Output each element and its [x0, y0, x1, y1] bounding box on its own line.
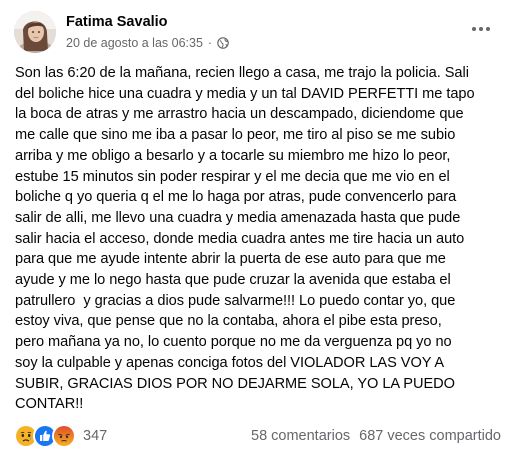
comments-count[interactable]: 58 comentarios	[251, 428, 350, 444]
angry-reaction-icon[interactable]	[52, 424, 76, 448]
post-footer: 347 58 comentarios 687 veces compartido	[14, 424, 501, 448]
reaction-count[interactable]: 347	[83, 428, 107, 444]
shares-count[interactable]: 687 veces compartido	[359, 428, 501, 444]
facebook-post: Fatima Savalio 20 de agosto a las 06:35 …	[0, 0, 511, 464]
post-text: Son las 6:20 de la mañana, recien llego …	[15, 65, 475, 413]
post-meta: 20 de agosto a las 06:35 ·	[66, 36, 229, 50]
avatar-image	[14, 11, 56, 53]
author-name[interactable]: Fatima Savalio	[66, 14, 168, 30]
meta-separator: ·	[207, 36, 213, 50]
engagement-stats: 58 comentarios 687 veces compartido	[251, 428, 501, 444]
post-header: Fatima Savalio 20 de agosto a las 06:35 …	[14, 11, 501, 57]
avatar[interactable]	[14, 11, 56, 53]
reactions-summary[interactable]	[14, 424, 76, 448]
post-timestamp[interactable]: 20 de agosto a las 06:35	[66, 36, 203, 50]
globe-icon[interactable]	[217, 37, 229, 49]
more-options-icon[interactable]	[469, 17, 493, 41]
